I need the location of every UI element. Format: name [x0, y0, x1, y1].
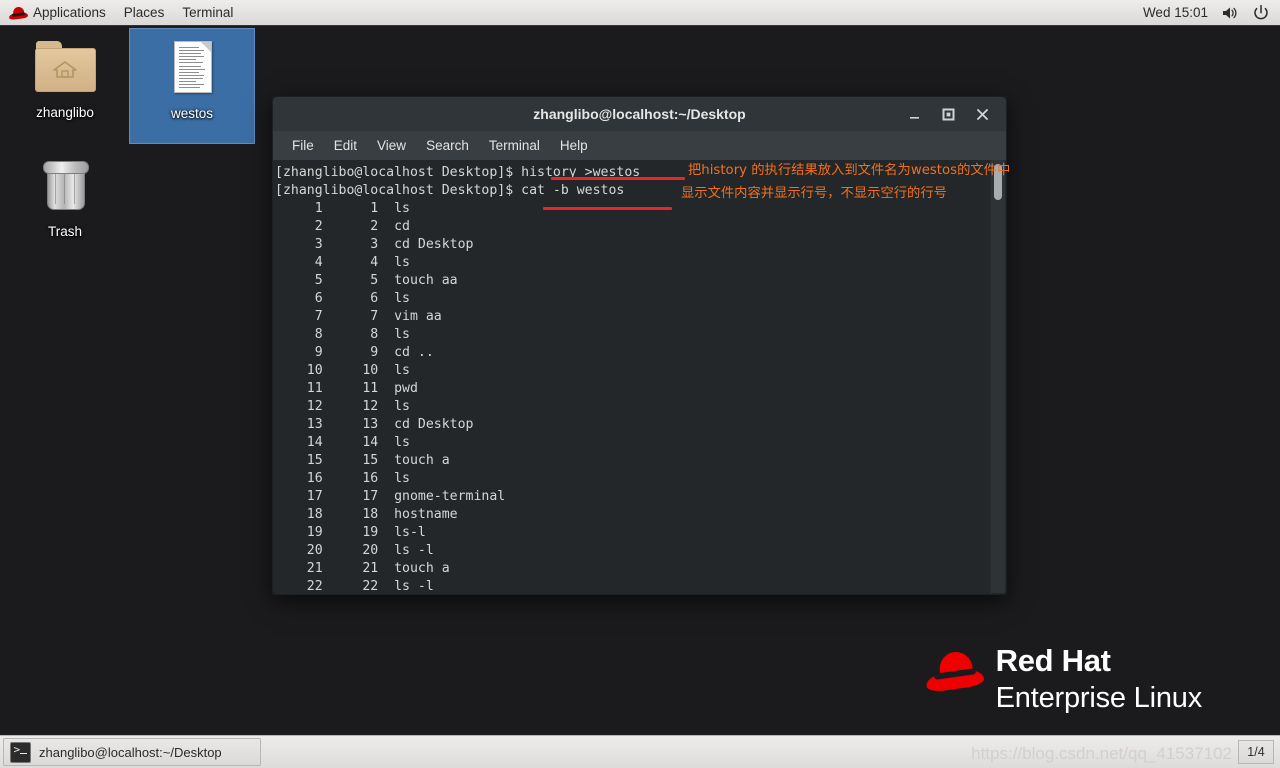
menu-file[interactable]: File	[282, 131, 324, 160]
top-panel: Applications Places Terminal Wed 15:01	[0, 0, 1280, 26]
volume-icon[interactable]	[1221, 4, 1239, 22]
taskbar-item-terminal[interactable]: zhanglibo@localhost:~/Desktop	[3, 738, 261, 766]
terminal-title-bar[interactable]: zhanglibo@localhost:~/Desktop	[272, 96, 1007, 131]
places-menu[interactable]: Places	[115, 0, 174, 25]
desktop-screen: Applications Places Terminal Wed 15:01 z…	[0, 0, 1280, 768]
desktop-icon-trash[interactable]: Trash	[2, 147, 128, 263]
menu-help[interactable]: Help	[550, 131, 598, 160]
minimize-icon[interactable]	[906, 106, 923, 123]
terminal-output-area[interactable]: [zhanglibo@localhost Desktop]$ history >…	[272, 160, 1007, 595]
terminal-menu[interactable]: Terminal	[173, 0, 242, 25]
rhel-branding: Red Hat Enterprise Linux	[924, 643, 1203, 714]
folder-home-icon	[33, 37, 97, 99]
terminal-menu-label: Terminal	[182, 5, 234, 20]
annotation-underline-cat	[543, 207, 672, 210]
annotation-note-cat: 显示文件内容并显示行号，不显示空行的行号	[681, 186, 947, 201]
desktop-icon-label: zhanglibo	[36, 105, 94, 120]
redhat-fedora-icon	[924, 649, 985, 693]
desktop-icon-westos[interactable]: westos	[129, 28, 255, 144]
watermark-text: https://blog.csdn.net/qq_41537102	[971, 744, 1232, 763]
desktop-icon-label: Trash	[47, 224, 82, 239]
annotation-note-history: 把history 的执行结果放入到文件名为westos的文件中	[688, 163, 1011, 178]
applications-menu-label: Applications	[33, 5, 106, 20]
menu-view[interactable]: View	[367, 131, 416, 160]
maximize-icon[interactable]	[940, 106, 957, 123]
terminal-menu-bar: File Edit View Search Terminal Help	[272, 131, 1007, 160]
vertical-scrollbar[interactable]	[990, 160, 1005, 593]
places-menu-label: Places	[123, 5, 165, 20]
terminal-text: [zhanglibo@localhost Desktop]$ history >…	[275, 165, 641, 594]
desktop-icon-label: westos	[170, 106, 214, 121]
taskbar-item-label: zhanglibo@localhost:~/Desktop	[39, 744, 222, 760]
brand-line-2: Enterprise Linux	[995, 682, 1203, 714]
terminal-title: zhanglibo@localhost:~/Desktop	[533, 106, 746, 122]
menu-search[interactable]: Search	[416, 131, 479, 160]
clock[interactable]: Wed 15:01	[1143, 5, 1208, 20]
redhat-fedora-icon	[8, 5, 29, 20]
close-icon[interactable]	[974, 106, 991, 123]
menu-edit[interactable]: Edit	[324, 131, 367, 160]
bottom-panel: zhanglibo@localhost:~/Desktop https://bl…	[0, 735, 1280, 768]
workspace-switcher[interactable]: 1/4	[1238, 740, 1274, 764]
power-icon[interactable]	[1252, 4, 1270, 22]
top-panel-status-area: Wed 15:01	[1143, 4, 1280, 22]
menu-terminal[interactable]: Terminal	[479, 131, 550, 160]
home-glyph-icon	[53, 61, 77, 78]
brand-line-1: Red Hat	[995, 643, 1111, 678]
applications-menu[interactable]: Applications	[0, 0, 115, 25]
annotation-underline-history	[551, 177, 685, 180]
document-icon	[160, 38, 224, 100]
terminal-icon	[10, 741, 31, 763]
desktop-icon-zhanglibo[interactable]: zhanglibo	[2, 28, 128, 144]
window-controls	[906, 106, 1006, 123]
trash-icon	[33, 156, 97, 218]
